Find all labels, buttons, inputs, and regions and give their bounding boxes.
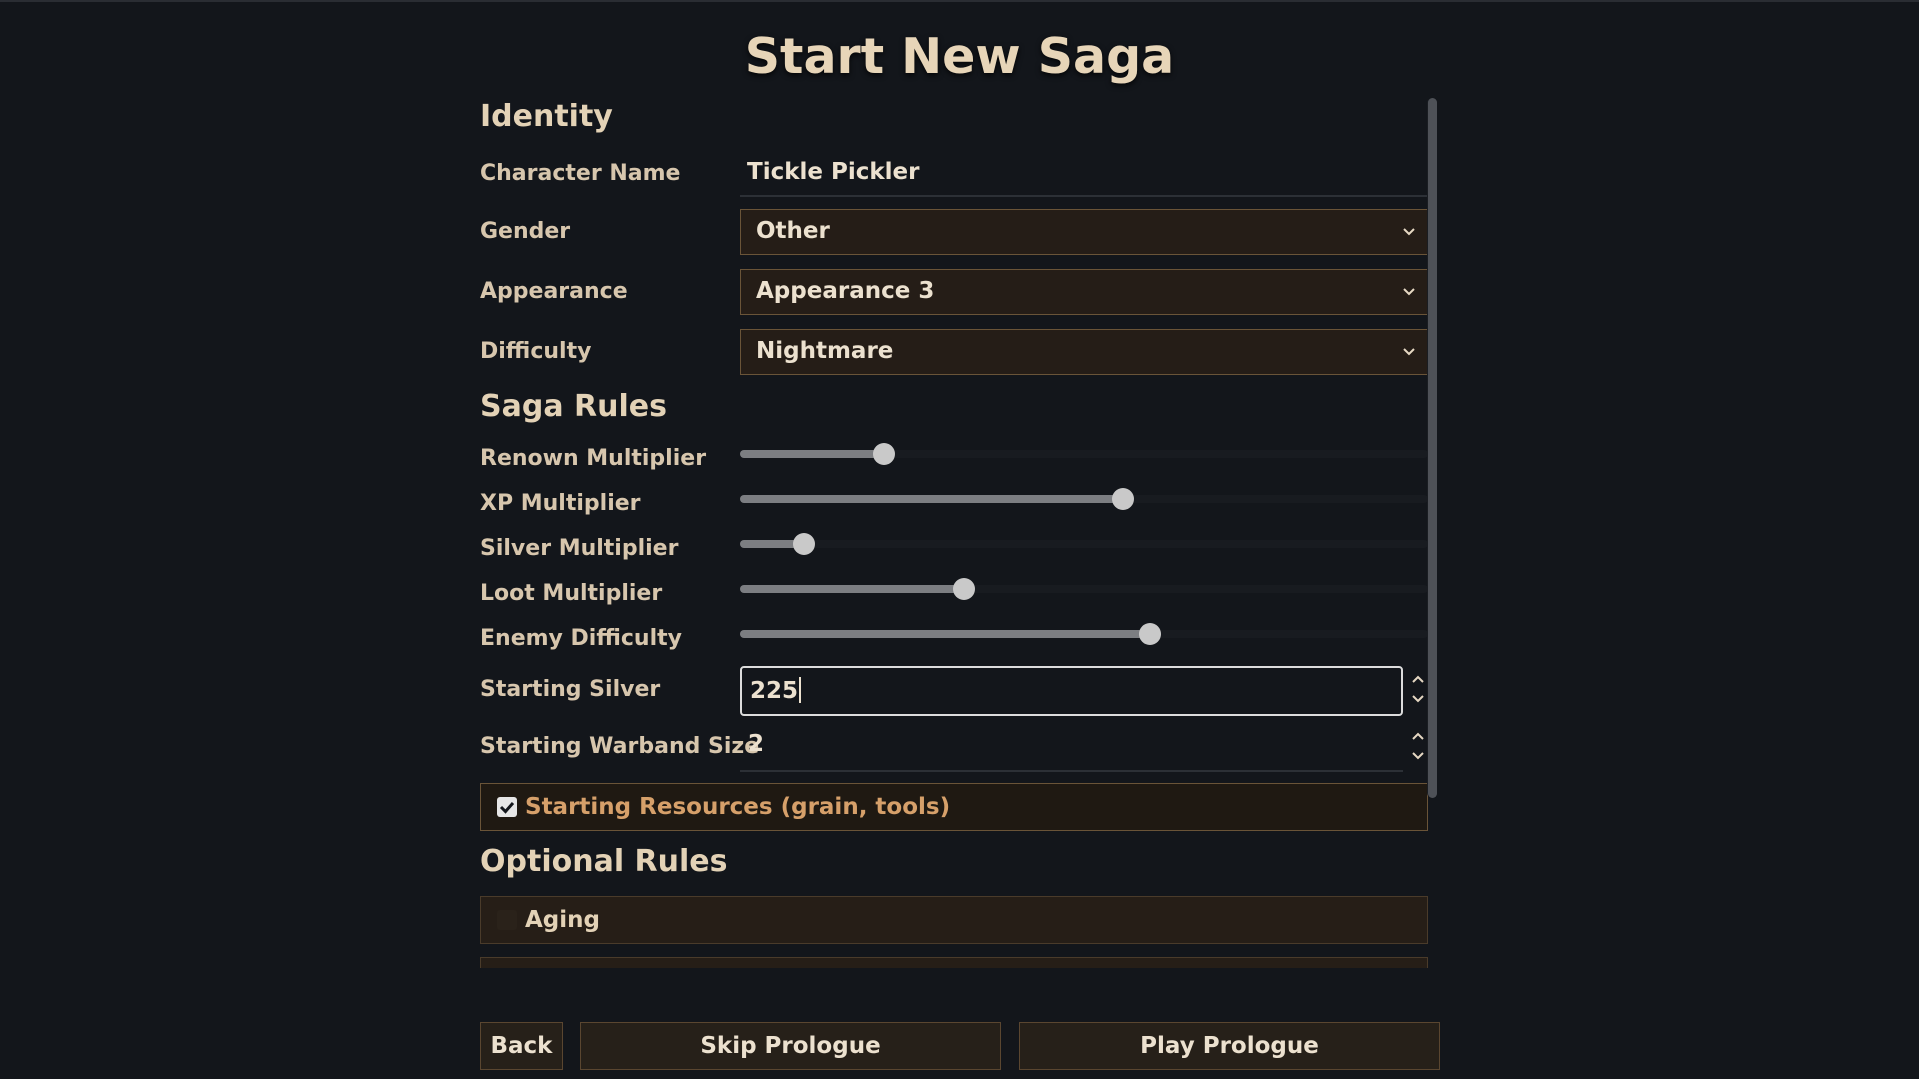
chevron-up-icon[interactable] xyxy=(1410,729,1426,743)
slider-fill xyxy=(740,585,964,593)
loot-multiplier-label: Loot Multiplier xyxy=(480,581,663,606)
loot-multiplier-slider[interactable] xyxy=(740,577,1428,601)
difficulty-value: Nightmare xyxy=(756,338,894,364)
difficulty-dropdown[interactable]: Nightmare xyxy=(740,329,1428,375)
appearance-label: Appearance xyxy=(480,279,628,304)
identity-heading: Identity xyxy=(480,99,613,134)
starting-warband-size-input[interactable]: 2 xyxy=(740,722,1403,772)
slider-thumb[interactable] xyxy=(792,533,815,555)
text-caret xyxy=(799,677,802,703)
gender-label: Gender xyxy=(480,219,571,244)
checkmark-icon xyxy=(499,802,515,814)
appearance-value: Appearance 3 xyxy=(756,278,935,304)
gender-value: Other xyxy=(756,218,830,244)
starting-resources-label: Starting Resources (grain, tools) xyxy=(525,794,951,820)
slider-track xyxy=(740,540,1428,548)
difficulty-label: Difficulty xyxy=(480,339,592,364)
character-name-label: Character Name xyxy=(480,161,681,186)
enemy-difficulty-slider[interactable] xyxy=(740,622,1428,646)
checkbox[interactable] xyxy=(497,797,517,817)
starting-warband-size-value: 2 xyxy=(748,731,765,757)
starting-warband-size-label: Starting Warband Size xyxy=(480,734,760,759)
starting-warband-size-spinner[interactable] xyxy=(1410,729,1426,769)
back-button[interactable]: Back xyxy=(480,1022,563,1070)
chevron-down-icon xyxy=(1403,228,1415,236)
starting-resources-checkbox-row[interactable]: Starting Resources (grain, tools) xyxy=(480,783,1428,831)
page-title: Start New Saga xyxy=(744,28,1175,85)
play-prologue-button[interactable]: Play Prologue xyxy=(1019,1022,1440,1070)
appearance-dropdown[interactable]: Appearance 3 xyxy=(740,269,1428,315)
aging-checkbox-row[interactable]: Aging xyxy=(480,896,1428,944)
chevron-down-icon xyxy=(1403,288,1415,296)
xp-multiplier-label: XP Multiplier xyxy=(480,491,641,516)
chevron-down-icon[interactable] xyxy=(1410,692,1426,706)
starting-silver-label: Starting Silver xyxy=(480,677,661,702)
saga-rules-heading: Saga Rules xyxy=(480,389,667,424)
list-item-partial[interactable] xyxy=(480,957,1428,968)
aging-label: Aging xyxy=(525,907,600,933)
checkbox[interactable] xyxy=(497,910,517,930)
slider-fill xyxy=(740,630,1151,638)
chevron-down-icon xyxy=(1403,348,1415,356)
renown-multiplier-slider[interactable] xyxy=(740,442,1428,466)
slider-fill xyxy=(740,495,1124,503)
slider-thumb[interactable] xyxy=(1112,488,1135,510)
chevron-up-icon[interactable] xyxy=(1410,672,1426,686)
silver-multiplier-label: Silver Multiplier xyxy=(480,536,679,561)
starting-silver-input[interactable]: 225 xyxy=(740,666,1403,716)
slider-thumb[interactable] xyxy=(873,443,896,465)
starting-silver-spinner[interactable] xyxy=(1410,672,1426,712)
chevron-down-icon[interactable] xyxy=(1410,749,1426,763)
scrollbar-thumb[interactable] xyxy=(1428,98,1437,798)
character-name-field[interactable]: Tickle Pickler xyxy=(740,153,1428,197)
slider-thumb[interactable] xyxy=(952,578,975,600)
skip-prologue-button[interactable]: Skip Prologue xyxy=(580,1022,1001,1070)
top-divider xyxy=(0,0,1919,2)
gender-dropdown[interactable]: Other xyxy=(740,209,1428,255)
renown-multiplier-label: Renown Multiplier xyxy=(480,446,707,471)
optional-rules-heading: Optional Rules xyxy=(480,844,728,879)
slider-fill xyxy=(740,450,885,458)
settings-panel: Identity Character Name Tickle Pickler G… xyxy=(480,95,1428,968)
enemy-difficulty-label: Enemy Difficulty xyxy=(480,626,682,651)
xp-multiplier-slider[interactable] xyxy=(740,487,1428,511)
silver-multiplier-slider[interactable] xyxy=(740,532,1428,556)
starting-silver-value: 225 xyxy=(750,678,799,704)
slider-thumb[interactable] xyxy=(1139,623,1162,645)
